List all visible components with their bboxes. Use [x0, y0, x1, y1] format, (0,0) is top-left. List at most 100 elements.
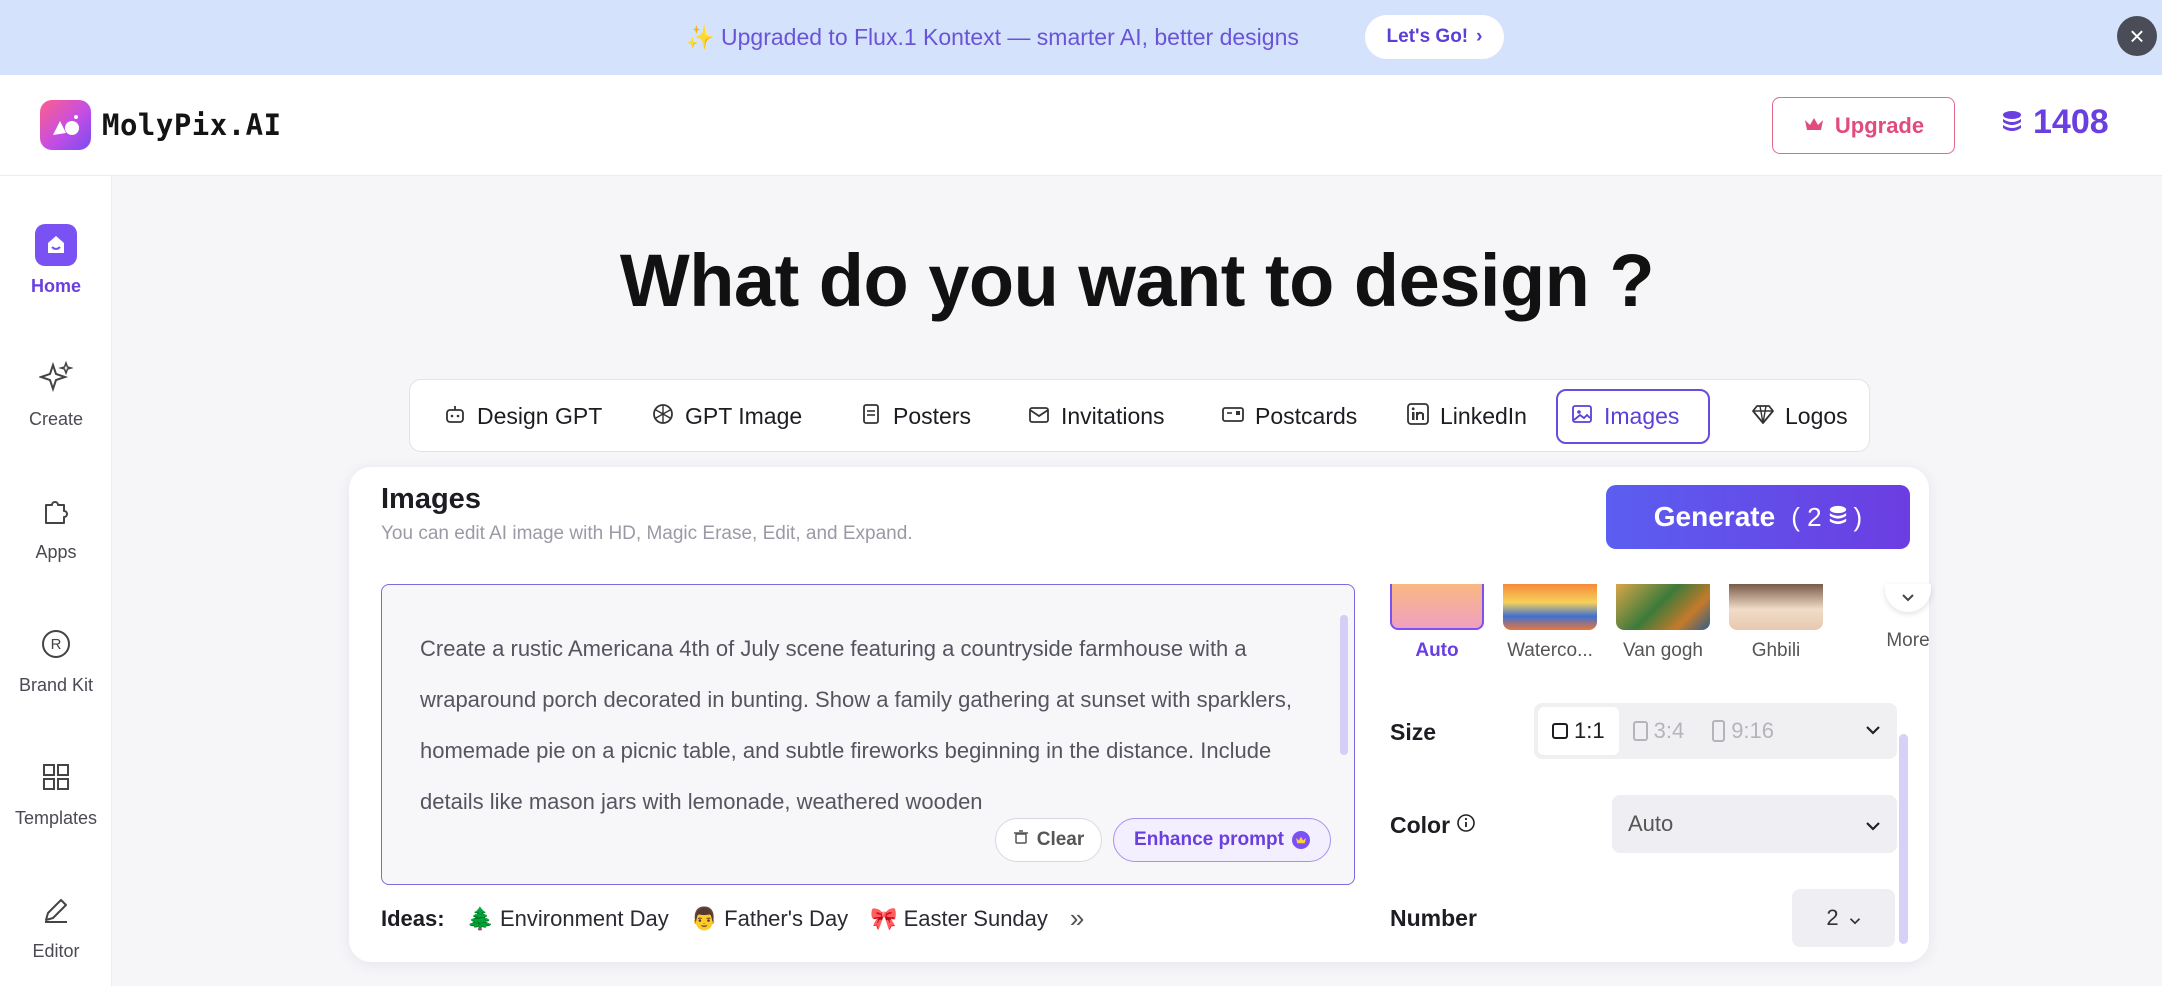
size-option-3-4[interactable]: 3:4 — [1619, 707, 1699, 755]
chevron-down-icon[interactable] — [1865, 722, 1893, 740]
tab-label: Design GPT — [477, 403, 603, 429]
credits-value: 1408 — [2033, 103, 2109, 141]
postcard-icon — [1221, 402, 1245, 432]
trash-icon — [1013, 829, 1029, 851]
banner-text: ✨ Upgraded to Flux.1 Kontext — smarter A… — [686, 24, 1299, 50]
style-option[interactable]: Ghbili — [1729, 584, 1823, 662]
double-chevron-right-icon[interactable]: » — [1070, 903, 1084, 934]
page-title: What do you want to design ? — [619, 239, 1655, 322]
more-styles-button[interactable]: More — [1883, 584, 1933, 652]
puzzle-icon — [35, 490, 77, 532]
man-icon: 👨 — [690, 905, 719, 931]
crown-icon — [1291, 831, 1310, 849]
generate-cost: ( 2 ) — [1791, 502, 1862, 533]
prompt-scrollbar[interactable] — [1340, 615, 1348, 755]
style-option[interactable]: Auto — [1390, 584, 1484, 662]
sidebar-item-editor[interactable]: Editor — [0, 889, 112, 962]
size-option-9-16[interactable]: 9:16 — [1698, 707, 1788, 755]
sidebar: Home Create Apps R Brand Kit Templates E… — [0, 176, 112, 986]
settings-scrollbar[interactable] — [1899, 734, 1908, 944]
top-header: MolyPix.AI Upgrade 1408 — [0, 75, 2162, 176]
image-icon — [1570, 402, 1594, 432]
generate-button[interactable]: Generate ( 2 ) — [1606, 485, 1910, 549]
linkedin-icon — [1406, 402, 1430, 432]
tab-logos[interactable]: Logos — [1739, 389, 1860, 444]
style-thumbnail — [1503, 584, 1597, 630]
coins-icon — [1828, 502, 1848, 533]
logo-icon[interactable] — [40, 100, 91, 150]
number-select[interactable]: 2 — [1792, 889, 1895, 947]
sparkles-icon — [35, 357, 77, 399]
home-icon — [35, 224, 77, 266]
tab-gpt-image[interactable]: GPT Image — [639, 389, 814, 444]
credits-balance[interactable]: 1408 — [2001, 103, 2109, 142]
color-label: Color — [1390, 812, 1451, 838]
style-thumbnail — [1616, 584, 1710, 630]
pencil-icon — [35, 889, 77, 931]
tab-linkedin[interactable]: LinkedIn — [1394, 389, 1539, 444]
sidebar-item-label: Templates — [14, 808, 98, 828]
svg-text:R: R — [51, 636, 62, 653]
close-icon[interactable]: × — [2117, 16, 2157, 56]
registered-icon: R — [35, 623, 77, 665]
image-generator-panel: Images You can edit AI image with HD, Ma… — [349, 467, 1931, 962]
style-label: Van gogh — [1623, 640, 1703, 661]
chevron-down-icon — [1865, 811, 1881, 837]
size-option-label: 3:4 — [1653, 718, 1685, 743]
banner-cta-button[interactable]: Let's Go! › — [1365, 15, 1504, 59]
generate-cost-close: ) — [1853, 501, 1863, 532]
announcement-banner: ✨ Upgraded to Flux.1 Kontext — smarter A… — [0, 0, 2162, 75]
tab-label: Invitations — [1061, 403, 1165, 429]
upgrade-label: Upgrade — [1834, 112, 1925, 138]
chevron-down-icon — [1885, 584, 1931, 612]
style-label: Ghbili — [1751, 640, 1801, 661]
tall-portrait-icon — [1712, 720, 1726, 742]
enhance-prompt-button[interactable]: Enhance prompt — [1113, 818, 1331, 862]
sidebar-item-create[interactable]: Create — [0, 357, 112, 430]
sidebar-item-home[interactable]: Home — [0, 224, 112, 297]
prompt-text[interactable]: Create a rustic Americana 4th of July sc… — [420, 623, 1300, 827]
idea-chip[interactable]: 🌲 Environment Day — [467, 906, 669, 932]
poster-icon — [859, 402, 883, 432]
tab-images[interactable]: Images — [1556, 389, 1710, 444]
style-option[interactable]: Van gogh — [1616, 584, 1710, 662]
tab-label: Logos — [1785, 403, 1848, 429]
ribbon-icon: 🎀 — [870, 905, 898, 931]
sidebar-item-label: Apps — [35, 542, 77, 562]
color-select[interactable]: Auto — [1612, 795, 1897, 853]
clear-button[interactable]: Clear — [995, 818, 1102, 862]
info-icon[interactable] — [1456, 812, 1476, 839]
tab-label: LinkedIn — [1440, 403, 1527, 429]
tab-design-gpt[interactable]: Design GPT — [431, 389, 614, 444]
enhance-label: Enhance prompt — [1134, 829, 1284, 850]
robot-icon — [443, 402, 467, 432]
square-icon — [1552, 723, 1568, 739]
banner-cta-label: Let's Go! — [1386, 26, 1469, 47]
number-value: 2 — [1826, 905, 1839, 930]
idea-chip[interactable]: 🎀 Easter Sunday — [870, 906, 1048, 932]
idea-chip[interactable]: 👨 Father's Day — [691, 906, 848, 932]
idea-label: Environment Day — [500, 905, 669, 931]
sidebar-item-label: Home — [30, 276, 81, 296]
size-selector: 1:1 3:4 9:16 — [1534, 703, 1897, 759]
sidebar-item-label: Create — [28, 409, 84, 429]
upgrade-button[interactable]: Upgrade — [1772, 97, 1955, 154]
grid-icon — [35, 756, 77, 798]
style-thumbnail — [1390, 584, 1484, 630]
tab-posters[interactable]: Posters — [847, 389, 983, 444]
sidebar-item-templates[interactable]: Templates — [0, 756, 112, 829]
number-label: Number — [1390, 905, 1477, 931]
prompt-textarea[interactable]: Create a rustic Americana 4th of July sc… — [381, 584, 1355, 885]
sidebar-item-apps[interactable]: Apps — [0, 490, 112, 563]
ideas-label: Ideas: — [381, 905, 445, 931]
tab-invitations[interactable]: Invitations — [1015, 389, 1177, 444]
size-option-label: 1:1 — [1574, 718, 1605, 743]
style-option[interactable]: Waterco... — [1503, 584, 1597, 662]
panel-subtitle: You can edit AI image with HD, Magic Era… — [381, 523, 913, 544]
sidebar-item-brand-kit[interactable]: R Brand Kit — [0, 623, 112, 696]
size-option-1-1[interactable]: 1:1 — [1538, 707, 1619, 755]
tab-label: Images — [1604, 403, 1680, 429]
tab-postcards[interactable]: Postcards — [1209, 389, 1369, 444]
logo-text[interactable]: MolyPix.AI — [102, 108, 282, 142]
tab-label: Postcards — [1255, 403, 1358, 429]
